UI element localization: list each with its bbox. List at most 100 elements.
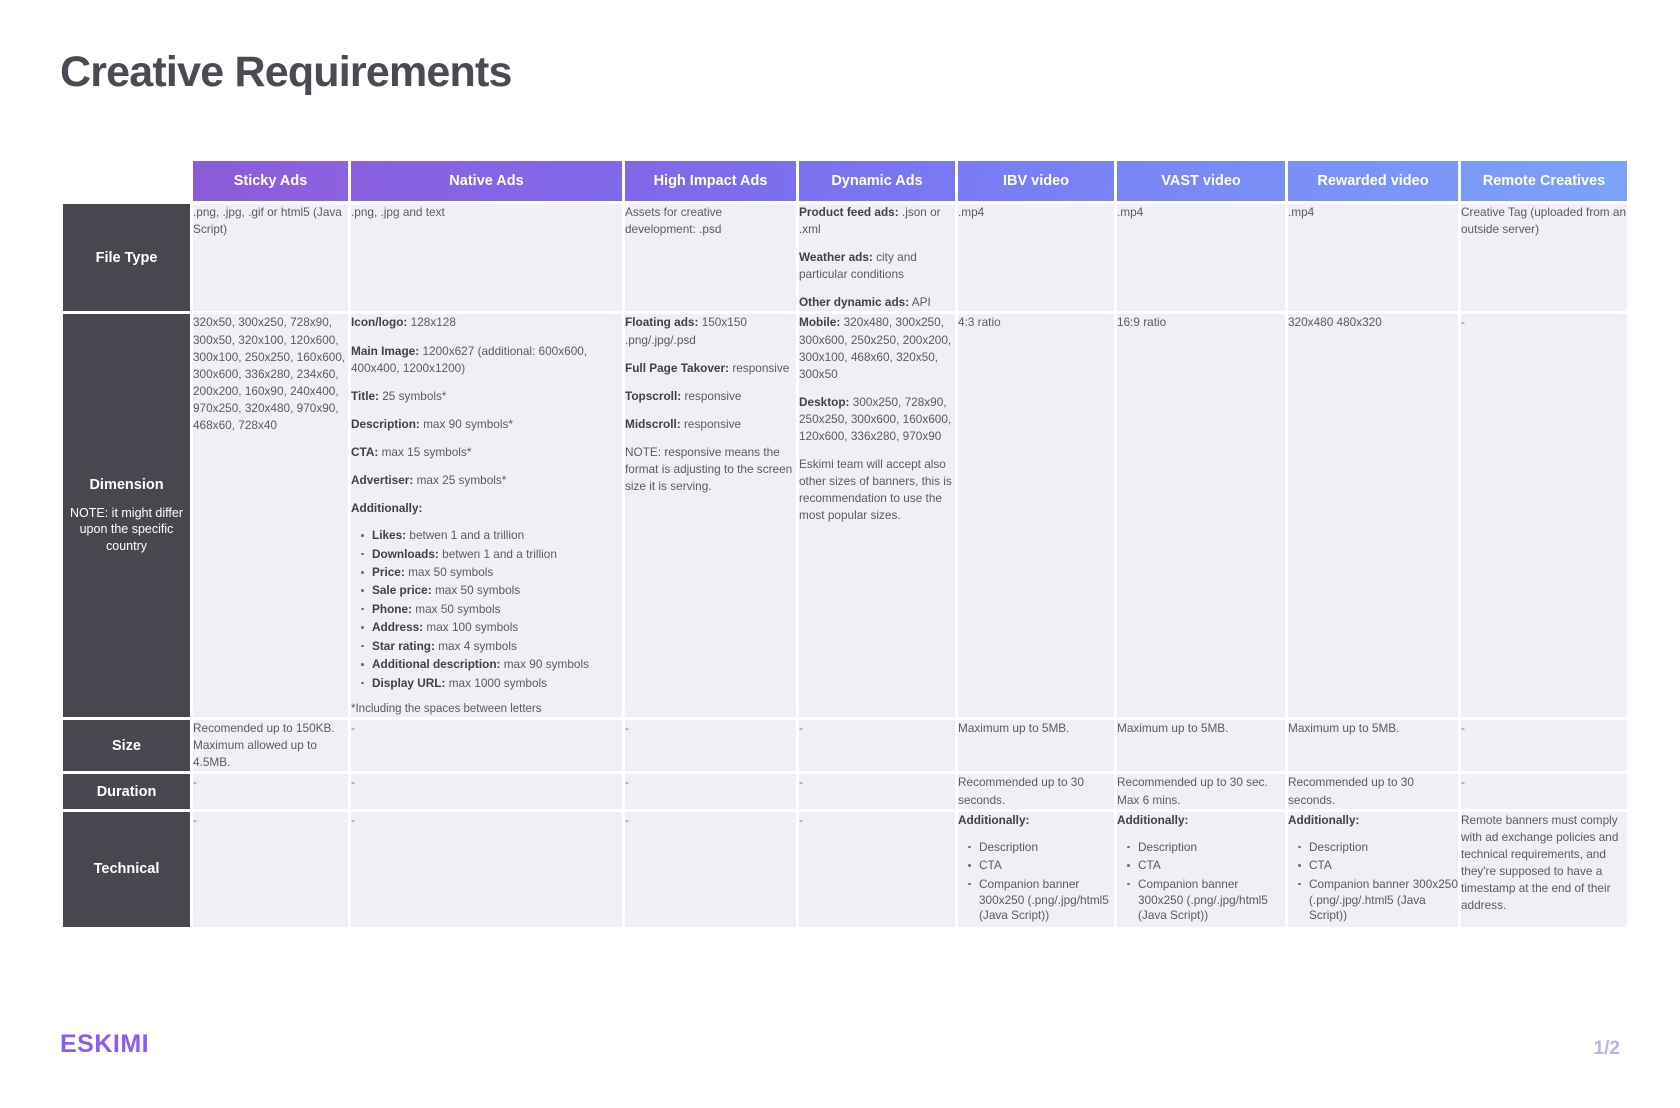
- label: Icon/logo:: [351, 315, 408, 330]
- cell-duration-vast: Recommended up to 30 sec. Max 6 mins.: [1117, 774, 1285, 809]
- value: max 25 symbols*: [416, 473, 507, 488]
- cell-text: -: [1461, 315, 1465, 330]
- cell-file-type-ibv: .mp4: [958, 204, 1114, 312]
- cell-text: -: [351, 812, 355, 827]
- cell-technical-ibv: Additionally: Description CTA Companion …: [958, 811, 1114, 927]
- value: 128x128: [410, 315, 456, 330]
- column-header-high-impact-ads[interactable]: High Impact Ads: [625, 161, 796, 201]
- row-label-title: Size: [111, 737, 141, 754]
- cta-line: CTA: max 15 symbols*: [351, 444, 622, 461]
- value: responsive: [732, 360, 790, 375]
- label: Product feed ads:: [799, 205, 899, 219]
- list-item: Companion banner 300x250 (.png/.jpg/html…: [1127, 877, 1285, 925]
- value: responsive: [684, 388, 742, 403]
- advertiser-line: Advertiser: max 25 symbols*: [351, 472, 622, 489]
- cell-technical-dynamic: -: [799, 811, 955, 927]
- list-item: Sale price: max 50 symbols: [361, 583, 622, 599]
- list-item: Companion banner 300x250 (.png/.jpg/.htm…: [1298, 877, 1458, 925]
- label: Title:: [351, 388, 379, 403]
- cell-duration-dynamic: -: [799, 774, 955, 809]
- cell-text: -: [1461, 721, 1465, 736]
- cell-dimension-ibv: 4:3 ratio: [958, 314, 1114, 718]
- cell-size-vast: Maximum up to 5MB.: [1117, 720, 1285, 772]
- vast-technical-list: Description CTA Companion banner 300x250…: [1117, 840, 1285, 925]
- column-header-native-ads[interactable]: Native Ads: [351, 161, 622, 201]
- cell-text: -: [193, 812, 197, 827]
- value: API: [911, 295, 931, 310]
- icon-logo-line: Icon/logo: 128x128: [351, 314, 622, 331]
- cell-text: -: [625, 721, 629, 736]
- label: Other dynamic ads:: [799, 295, 910, 310]
- row-label-file-type: File Type: [63, 204, 190, 312]
- label: Description:: [351, 416, 420, 431]
- cell-text: Recommended up to 30 seconds.: [958, 775, 1084, 807]
- row-label-duration: Duration: [63, 774, 190, 809]
- column-header-rewarded-video[interactable]: Rewarded video: [1288, 161, 1458, 201]
- label: Additional description:: [372, 657, 501, 672]
- page-number: 1/2: [1593, 1038, 1620, 1059]
- row-label-size: Size: [63, 720, 190, 772]
- label: Topscroll:: [625, 388, 682, 403]
- label: Additionally:: [1288, 812, 1360, 827]
- cell-text: -: [799, 812, 803, 827]
- cell-text: .mp4: [1117, 205, 1144, 219]
- cell-text: Recomended up to 150KB. Maximum allowed …: [193, 721, 335, 770]
- cell-text: -: [351, 775, 355, 790]
- cell-text: -: [799, 775, 803, 790]
- cell-text: -: [193, 775, 197, 790]
- cell-technical-native: -: [351, 811, 622, 927]
- cell-size-sticky: Recomended up to 150KB. Maximum allowed …: [193, 720, 348, 772]
- cell-text: -: [799, 721, 803, 736]
- cell-file-type-rewarded: .mp4: [1288, 204, 1458, 312]
- value: max 50 symbols: [408, 565, 494, 580]
- cell-technical-rewarded: Additionally: Description CTA Companion …: [1288, 811, 1458, 927]
- cell-size-ibv: Maximum up to 5MB.: [958, 720, 1114, 772]
- value: responsive: [684, 416, 742, 431]
- value: max 4 symbols: [438, 638, 517, 653]
- column-header-vast-video[interactable]: VAST video: [1117, 161, 1285, 201]
- cell-size-dynamic: -: [799, 720, 955, 772]
- column-header-ibv-video[interactable]: IBV video: [958, 161, 1114, 201]
- value: 25 symbols*: [382, 388, 447, 403]
- table-row-dimension: Dimension NOTE: it might differ upon the…: [63, 314, 1627, 718]
- label: Advertiser:: [351, 473, 414, 488]
- value: max 90 symbols*: [423, 416, 513, 431]
- desktop-sizes-line: Desktop: 300x250, 728x90, 250x250, 300x6…: [799, 394, 955, 445]
- cell-text: Creative Tag (uploaded from an outside s…: [1461, 205, 1627, 237]
- list-item: Likes: betwen 1 and a trillion: [361, 528, 622, 544]
- cell-text: .mp4: [1288, 205, 1315, 219]
- cell-file-type-dynamic: Product feed ads: .json or .xml Weather …: [799, 204, 955, 312]
- column-header-dynamic-ads[interactable]: Dynamic Ads: [799, 161, 955, 201]
- dynamic-note: Eskimi team will accept also other sizes…: [799, 457, 952, 523]
- requirements-table-wrapper: Sticky Ads Native Ads High Impact Ads Dy…: [60, 158, 1630, 930]
- row-label-title: Dimension: [89, 476, 164, 493]
- eskimi-logo: ESKIMI: [60, 1030, 150, 1058]
- row-label-note: NOTE: it might differ upon the specific …: [70, 505, 183, 554]
- cell-file-type-high-impact: Assets for creative development: .psd: [625, 204, 796, 312]
- title-line: Title: 25 symbols*: [351, 388, 622, 405]
- cell-text: Maximum up to 5MB.: [1288, 721, 1400, 736]
- list-item: Price: max 50 symbols: [361, 565, 622, 581]
- row-label-technical: Technical: [63, 811, 190, 927]
- value: max 15 symbols*: [381, 444, 472, 459]
- cell-text: -: [351, 721, 355, 736]
- cell-text: Maximum up to 5MB.: [958, 721, 1070, 736]
- cell-size-remote: -: [1461, 720, 1627, 772]
- cell-size-high-impact: -: [625, 720, 796, 772]
- column-header-sticky-ads[interactable]: Sticky Ads: [193, 161, 348, 201]
- list-item: Description: [1127, 840, 1285, 856]
- label: Price:: [372, 565, 405, 580]
- additionally-label: Additionally:: [1117, 812, 1285, 829]
- cell-duration-sticky: -: [193, 774, 348, 809]
- cell-duration-rewarded: Recommended up to 30 seconds.: [1288, 774, 1458, 809]
- label: Sale price:: [372, 583, 432, 598]
- row-label-title: Technical: [93, 861, 160, 878]
- label: Desktop:: [799, 394, 850, 409]
- label: Floating ads:: [625, 315, 699, 330]
- cell-dimension-remote: -: [1461, 314, 1627, 718]
- column-header-remote-creatives[interactable]: Remote Creatives: [1461, 161, 1627, 201]
- list-item: Downloads: betwen 1 and a trillion: [361, 547, 622, 563]
- list-item: Star rating: max 4 symbols: [361, 639, 622, 655]
- cell-text: .png, .jpg, .gif or html5 (Java Script): [193, 205, 342, 237]
- table-header-row: Sticky Ads Native Ads High Impact Ads Dy…: [63, 161, 1627, 201]
